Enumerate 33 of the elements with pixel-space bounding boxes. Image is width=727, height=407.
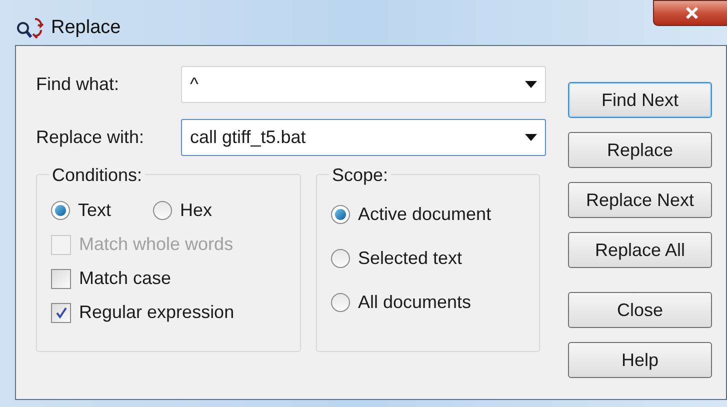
combo-value: ^ <box>190 72 198 96</box>
radio-label: All documents <box>358 291 472 314</box>
checkbox-label: Regular expression <box>79 301 234 324</box>
radio-button[interactable] <box>331 249 350 268</box>
radio-button[interactable] <box>331 293 350 312</box>
dialog-button[interactable]: Replace <box>568 132 712 168</box>
field-label: Replace with: <box>36 126 146 149</box>
dialog-button[interactable]: Replace All <box>568 232 712 268</box>
dialog-button[interactable]: Help <box>568 342 712 378</box>
radio-label: Active document <box>358 203 492 226</box>
checkbox-label: Match case <box>79 267 172 290</box>
close-button[interactable] <box>653 0 727 26</box>
radio-label: Selected text <box>358 247 462 270</box>
radio-button[interactable] <box>331 205 350 224</box>
dialog-button[interactable]: Close <box>568 292 712 328</box>
radio-button[interactable] <box>51 201 70 220</box>
dropdown-arrow-icon <box>525 134 537 140</box>
check-icon <box>54 306 68 319</box>
checkbox-label: Match whole words <box>79 233 234 256</box>
radio-label: Text <box>78 199 112 222</box>
dropdown-arrow-icon <box>525 80 537 88</box>
window-title: Replace <box>51 16 121 40</box>
combo-box[interactable]: call gtiff_t5.bat <box>181 118 546 156</box>
combo-value: call gtiff_t5.bat <box>190 126 306 149</box>
checkbox[interactable] <box>51 268 71 288</box>
dialog-button[interactable]: Replace Next <box>568 182 712 218</box>
combo-box[interactable]: ^ <box>181 66 546 102</box>
checkbox[interactable] <box>51 302 71 322</box>
close-icon <box>684 6 700 20</box>
radio-label: Hex <box>180 199 212 222</box>
dialog-button[interactable]: Find Next <box>568 82 712 118</box>
radio-button[interactable] <box>153 201 172 220</box>
field-label: Find what: <box>36 72 120 96</box>
